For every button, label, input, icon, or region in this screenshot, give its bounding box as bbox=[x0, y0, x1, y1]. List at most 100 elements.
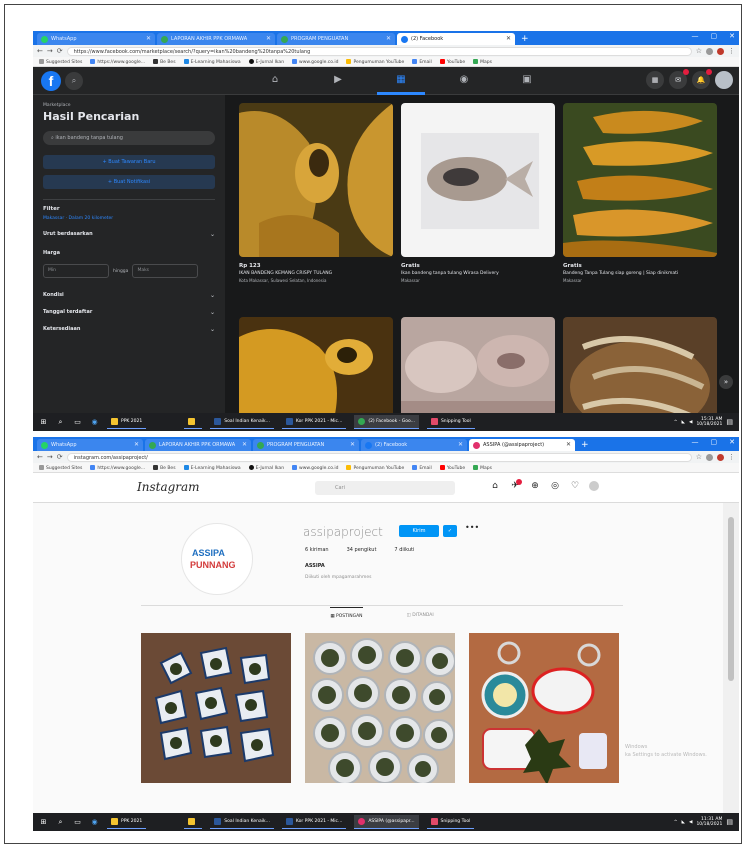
messenger-icon[interactable]: ✉ bbox=[669, 69, 689, 89]
listing-image[interactable] bbox=[563, 103, 717, 257]
search-input[interactable]: Cari bbox=[315, 481, 455, 495]
address-input[interactable]: instagram.com/assipaproject/ bbox=[66, 452, 692, 462]
bookmark-item[interactable]: E-Jurnal Ikan bbox=[248, 464, 284, 471]
taskbar-app[interactable] bbox=[184, 815, 203, 829]
task-view-icon[interactable]: ▭ bbox=[73, 818, 82, 827]
forward-icon[interactable]: → bbox=[47, 453, 53, 461]
followed-by-text[interactable]: Diikuti oleh mpagamarahmes bbox=[305, 575, 372, 580]
price-max-input[interactable]: Maks bbox=[132, 264, 199, 278]
profile-avatar[interactable]: ASSIPA PUNNANG bbox=[181, 523, 253, 595]
tab-whatsapp[interactable]: WhatsApp ✕ bbox=[37, 439, 143, 451]
sort-dropdown[interactable]: Urut berdasarkan ⌄ bbox=[43, 231, 215, 238]
notification-center-icon[interactable]: ▤ bbox=[726, 818, 733, 826]
minimize-icon[interactable]: — bbox=[692, 32, 699, 40]
location-link[interactable]: Makassar · Dalam 20 kilometer bbox=[43, 216, 225, 221]
chevron-up-icon[interactable]: ^ bbox=[674, 820, 678, 825]
taskbar-app[interactable]: ASSIPA (@assipapr... bbox=[354, 815, 419, 829]
scrollbar-thumb[interactable] bbox=[728, 517, 734, 681]
create-listing-button[interactable]: + Buat Tawaran Baru bbox=[43, 155, 215, 169]
avatar[interactable] bbox=[589, 481, 599, 491]
maximize-icon[interactable]: ▢ bbox=[711, 438, 718, 446]
minimize-icon[interactable]: — bbox=[692, 438, 699, 446]
bookmark-item[interactable]: https://www.google... bbox=[90, 58, 145, 65]
listing-card[interactable]: Rp 123 IKAN BANDENG KEMANG CRISPY TULANG… bbox=[239, 103, 393, 283]
listing-image[interactable] bbox=[239, 103, 393, 257]
extension-icon[interactable] bbox=[706, 47, 713, 55]
more-options-icon[interactable]: ••• bbox=[465, 523, 479, 532]
direct-message-icon[interactable]: ✈ bbox=[509, 479, 522, 492]
bookmark-item[interactable]: www.google.co.id bbox=[292, 464, 338, 471]
tab-posts[interactable]: ▦ POSTINGAN bbox=[330, 607, 363, 619]
edge-icon[interactable]: ◉ bbox=[90, 418, 99, 427]
taskbar-app[interactable]: Soal Indian Kenaik... bbox=[210, 415, 274, 429]
address-input[interactable]: https://www.facebook.com/marketplace/sea… bbox=[66, 46, 692, 56]
close-icon[interactable]: ✕ bbox=[146, 36, 151, 42]
back-icon[interactable]: ← bbox=[37, 453, 43, 461]
network-icon[interactable]: ◣ bbox=[682, 420, 685, 425]
watch-icon[interactable]: ▶ bbox=[314, 67, 362, 95]
tab-whatsapp[interactable]: WhatsApp ✕ bbox=[37, 33, 155, 45]
taskbar-app[interactable]: Kor PPK 2021 - Mic... bbox=[281, 815, 347, 829]
task-view-icon[interactable]: ▭ bbox=[73, 418, 82, 427]
windows-start-icon[interactable]: ⊞ bbox=[39, 418, 48, 427]
tab-facebook[interactable]: (2) Facebook ✕ bbox=[397, 33, 515, 45]
search-icon[interactable]: ⌕ bbox=[56, 418, 65, 427]
availability-dropdown[interactable]: Ketersediaan ⌄ bbox=[43, 326, 215, 333]
search-input[interactable]: ⌕ ikan bandeng tanpa tulang bbox=[43, 131, 215, 145]
bookmark-item[interactable]: Pengumuman YouTube bbox=[346, 464, 404, 471]
instagram-logo[interactable]: Instagram bbox=[137, 480, 200, 494]
tab-tagged[interactable]: ◫ DITANDAI bbox=[407, 607, 434, 619]
clock[interactable]: 11:31 AM 10/18/2021 bbox=[696, 817, 722, 827]
scrollbar[interactable] bbox=[723, 503, 739, 813]
groups-icon[interactable]: ◉ bbox=[440, 67, 488, 95]
condition-dropdown[interactable]: Kondisi ⌄ bbox=[43, 292, 215, 299]
profile-icon[interactable] bbox=[717, 47, 724, 55]
following-count[interactable]: 7 diikuti bbox=[394, 547, 414, 553]
menu-grid-icon[interactable]: ▦ bbox=[646, 71, 664, 89]
tab-facebook[interactable]: (2) Facebook ✕ bbox=[361, 439, 467, 451]
close-icon[interactable]: ✕ bbox=[458, 442, 463, 448]
activity-heart-icon[interactable]: ♡ bbox=[569, 480, 581, 492]
new-tab-button[interactable]: + bbox=[517, 33, 533, 45]
breadcrumb[interactable]: Marketplace bbox=[43, 103, 225, 108]
volume-icon[interactable]: ◀ bbox=[689, 420, 692, 425]
search-icon[interactable]: ⌕ bbox=[65, 72, 83, 90]
create-alert-button[interactable]: + Buat Notifikasi bbox=[43, 175, 215, 189]
bookmark-item[interactable]: Be Bes bbox=[153, 58, 176, 65]
network-icon[interactable]: ◣ bbox=[682, 820, 685, 825]
close-icon[interactable]: ✕ bbox=[506, 36, 511, 42]
edge-icon[interactable]: ◉ bbox=[90, 818, 99, 827]
new-tab-button[interactable]: + bbox=[577, 439, 593, 451]
taskbar-app[interactable]: Kor PPK 2021 - Mic... bbox=[281, 415, 347, 429]
bookmark-item[interactable]: www.google.co.id bbox=[292, 58, 338, 65]
bookmark-item[interactable]: Email bbox=[412, 58, 432, 65]
new-post-icon[interactable]: ⊕ bbox=[529, 480, 541, 492]
bookmark-item[interactable]: Email bbox=[412, 464, 432, 471]
taskbar-app[interactable]: PPK 2021 bbox=[107, 415, 147, 429]
price-min-input[interactable]: Min bbox=[43, 264, 109, 278]
taskbar-app[interactable]: (2) Facebook - Goo... bbox=[354, 415, 419, 429]
close-icon[interactable]: ✕ bbox=[134, 442, 139, 448]
notifications-icon[interactable]: 🔔 bbox=[692, 69, 712, 89]
bookmark-item[interactable]: YouTube bbox=[439, 58, 465, 65]
bookmark-item[interactable]: Pengumuman YouTube bbox=[346, 58, 404, 65]
post-thumbnail[interactable] bbox=[305, 633, 455, 783]
date-listed-dropdown[interactable]: Tanggal terdaftar ⌄ bbox=[43, 309, 215, 316]
menu-icon[interactable]: ⋮ bbox=[728, 453, 735, 461]
bookmark-item[interactable]: E-Learning Mahasiswa bbox=[183, 58, 241, 65]
explore-icon[interactable]: ◎ bbox=[549, 480, 561, 492]
chevron-up-icon[interactable]: ^ bbox=[674, 420, 678, 425]
reload-icon[interactable]: ⟳ bbox=[57, 47, 63, 55]
message-button[interactable]: Kirim bbox=[399, 525, 439, 537]
close-icon[interactable]: ✕ bbox=[350, 442, 355, 448]
home-icon[interactable]: ⌂ bbox=[251, 67, 299, 95]
tab-program[interactable]: PROGRAM PENGUATAN ✕ bbox=[277, 33, 395, 45]
listing-image[interactable] bbox=[401, 103, 555, 257]
profile-icon[interactable] bbox=[717, 453, 724, 461]
star-icon[interactable]: ☆ bbox=[696, 47, 702, 55]
taskbar-app[interactable]: Soal Indian Kenaik... bbox=[210, 815, 274, 829]
listing-card[interactable]: Gratis Bandeng Tanpa Tulang siap goreng … bbox=[563, 103, 717, 283]
bookmark-item[interactable]: E-Jurnal Ikan bbox=[248, 58, 284, 65]
facebook-logo[interactable]: f bbox=[41, 71, 61, 91]
marketplace-icon[interactable]: ▦ bbox=[377, 67, 425, 95]
